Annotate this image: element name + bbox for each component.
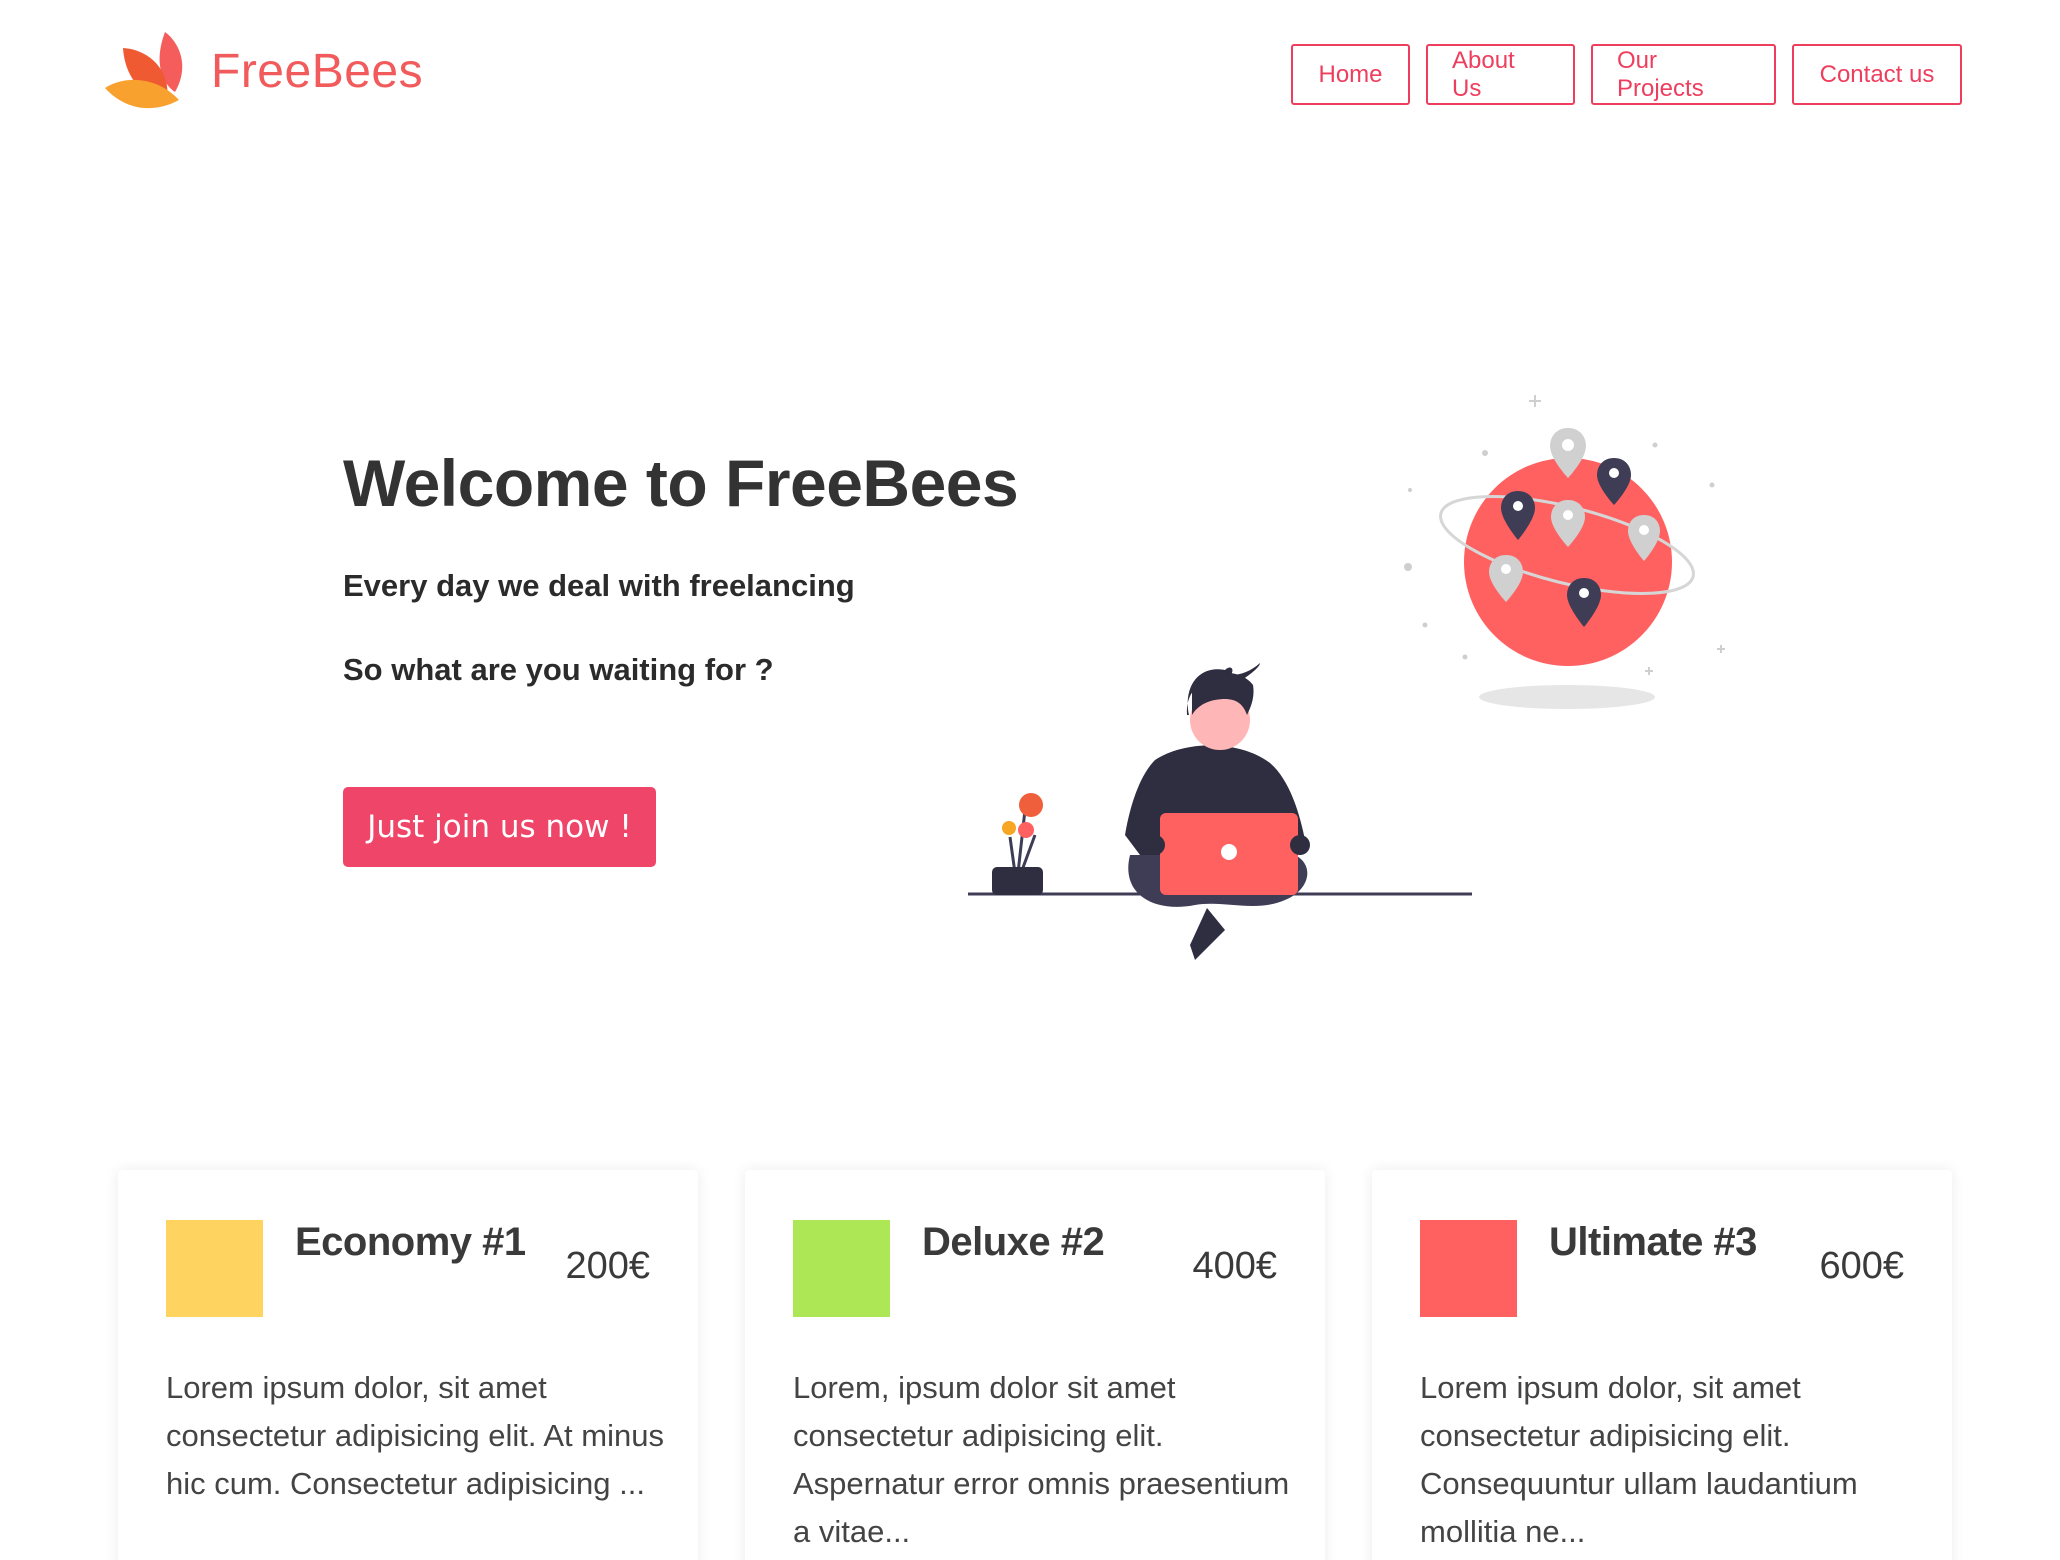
plan-title: Ultimate #3	[1549, 1220, 1757, 1264]
petal-logo-icon	[105, 32, 183, 109]
nav-home-button[interactable]: Home	[1291, 44, 1410, 105]
plan-price: 600€	[1819, 1245, 1904, 1287]
hero-subtitle-1: Every day we deal with freelancing	[343, 568, 855, 603]
brand-name: FreeBees	[211, 44, 424, 98]
page: FreeBees Home About Us Our Projects Cont…	[0, 0, 2060, 1560]
plan-price: 200€	[565, 1245, 650, 1287]
nav-about-button[interactable]: About Us	[1426, 44, 1575, 105]
plan-color-swatch	[1420, 1220, 1517, 1317]
brand-logo[interactable]: FreeBees	[103, 26, 423, 116]
nav-contact-button[interactable]: Contact us	[1792, 44, 1962, 105]
nav-projects-button[interactable]: Our Projects	[1591, 44, 1776, 105]
plan-description: Lorem ipsum dolor, sit amet consectetur …	[1420, 1370, 1858, 1549]
plan-card-deluxe[interactable]: Deluxe #2 400€ Lorem, ipsum dolor sit am…	[745, 1170, 1325, 1560]
hero-subtitle-2: So what are you waiting for ?	[343, 652, 774, 687]
plan-description: Lorem ipsum dolor, sit amet consectetur …	[166, 1370, 664, 1501]
top-nav: Home About Us Our Projects Contact us	[1291, 44, 1962, 105]
plan-title: Economy #1	[295, 1220, 526, 1264]
freelancer-illustration-icon	[968, 395, 1725, 960]
plan-title: Deluxe #2	[922, 1220, 1105, 1264]
plan-price: 400€	[1192, 1245, 1277, 1287]
plan-card-economy[interactable]: Economy #1 200€ Lorem ipsum dolor, sit a…	[118, 1170, 698, 1560]
plan-card-ultimate[interactable]: Ultimate #3 600€ Lorem ipsum dolor, sit …	[1372, 1170, 1952, 1560]
plan-description: Lorem, ipsum dolor sit amet consectetur …	[793, 1370, 1290, 1549]
join-now-button[interactable]: Just join us now !	[343, 787, 656, 867]
plan-color-swatch	[166, 1220, 263, 1317]
hero-title: Welcome to FreeBees	[343, 446, 1019, 520]
plan-color-swatch	[793, 1220, 890, 1317]
